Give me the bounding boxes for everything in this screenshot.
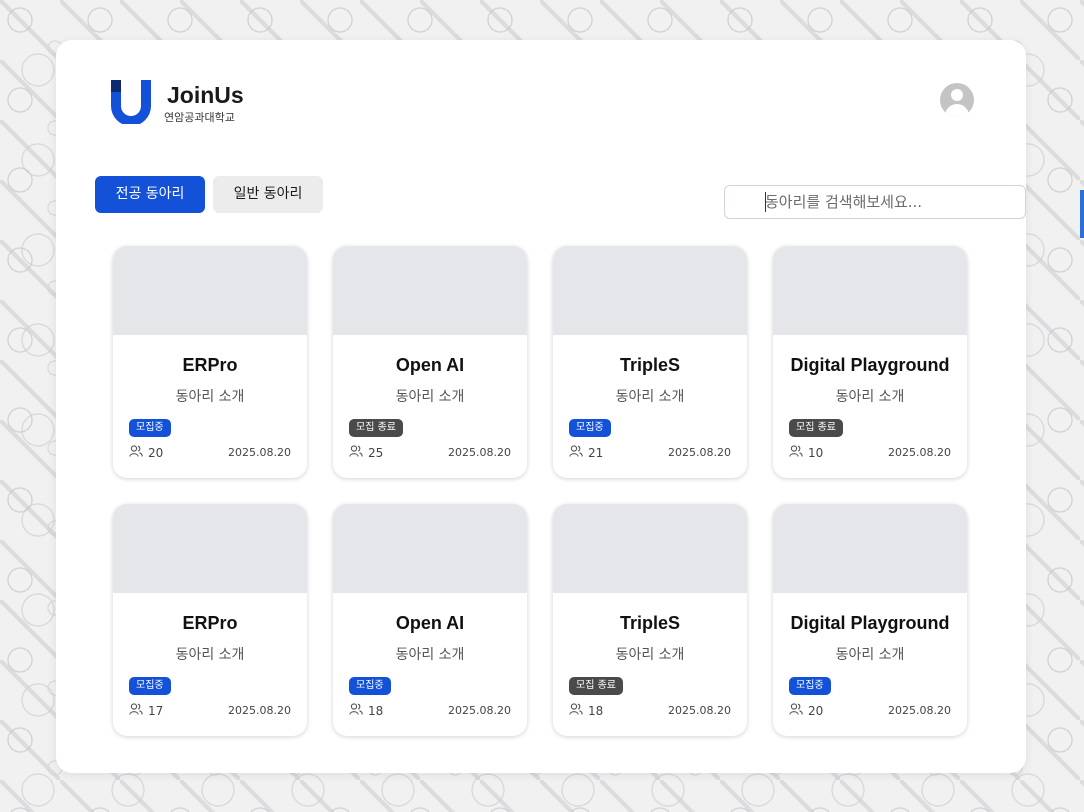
club-description: 동아리 소개	[615, 389, 685, 405]
club-description: 동아리 소개	[175, 647, 245, 663]
club-name: ERPro	[182, 613, 238, 633]
club-description: 동아리 소개	[395, 647, 465, 663]
recruit-status-badge: 모집중	[129, 419, 171, 437]
recruit-status-badge: 모집 종료	[349, 419, 403, 437]
club-date: 2025.08.20	[448, 446, 511, 459]
club-description: 동아리 소개	[395, 389, 465, 405]
club-thumbnail	[553, 504, 747, 593]
club-card[interactable]: Digital Playground 동아리 소개모집 종료 10 2025.08.2…	[773, 246, 967, 478]
club-thumbnail	[113, 504, 307, 593]
club-name: ERPro	[182, 355, 238, 375]
brand-name: JoinUs	[167, 82, 244, 108]
member-count: 21	[569, 445, 603, 460]
member-count: 25	[349, 445, 383, 460]
club-description: 동아리 소개	[835, 389, 905, 405]
club-thumbnail	[553, 246, 747, 335]
club-name: TripleS	[619, 613, 681, 633]
club-date: 2025.08.20	[228, 446, 291, 459]
club-card[interactable]: Digital Playground 동아리 소개 모집중 20 2025.08.20	[773, 504, 967, 736]
recruit-status-badge: 모집중	[789, 677, 831, 695]
club-name: Open AI	[395, 613, 465, 633]
recruit-status-badge: 모집 종료	[569, 677, 623, 695]
club-description: 동아리 소개	[835, 647, 905, 663]
club-card[interactable]: TripleS 동아리 소개 모집중 21 2025.08.20	[553, 246, 747, 478]
member-count-value: 18	[588, 703, 604, 718]
club-date: 2025.08.20	[888, 446, 951, 459]
member-count: 20	[789, 703, 823, 718]
people-icon	[569, 445, 588, 460]
scrollbar-thumb[interactable]	[1080, 190, 1084, 238]
user-avatar-icon[interactable]	[940, 83, 974, 117]
people-icon	[569, 703, 588, 718]
member-count-value: 20	[148, 445, 164, 460]
club-date: 2025.08.20	[668, 704, 731, 717]
joinus-logo-icon	[111, 80, 151, 124]
club-thumbnail	[333, 246, 527, 335]
member-count: 20	[129, 445, 163, 460]
club-card[interactable]: ERPro 동아리 소개 모집중 17 2025.08.20	[113, 504, 307, 736]
text-caret	[765, 192, 766, 212]
club-card[interactable]: TripleS 동아리 소개모집 종료 18 2025.08.20	[553, 504, 747, 736]
member-count-value: 20	[808, 703, 824, 718]
member-count: 10	[789, 445, 823, 460]
people-icon	[129, 445, 148, 460]
member-count-value: 25	[368, 445, 384, 460]
club-date: 2025.08.20	[668, 446, 731, 459]
tab-general-clubs[interactable]: 일반 동아리	[213, 176, 323, 213]
people-icon	[129, 703, 148, 718]
people-icon	[349, 703, 368, 718]
club-card[interactable]: ERPro 동아리 소개 모집중 20 2025.08.20	[113, 246, 307, 478]
club-search-input[interactable]	[724, 185, 1026, 219]
people-icon	[789, 703, 808, 718]
club-description: 동아리 소개	[175, 389, 245, 405]
club-date: 2025.08.20	[888, 704, 951, 717]
people-icon	[349, 445, 368, 460]
club-thumbnail	[113, 246, 307, 335]
member-count-value: 18	[368, 703, 384, 718]
club-date: 2025.08.20	[448, 704, 511, 717]
recruit-status-badge: 모집중	[129, 677, 171, 695]
member-count-value: 17	[148, 703, 164, 718]
club-name: TripleS	[619, 355, 681, 375]
club-card[interactable]: Open AI 동아리 소개 모집중 18 2025.08.20	[333, 504, 527, 736]
recruit-status-badge: 모집 종료	[789, 419, 843, 437]
people-icon	[789, 445, 808, 460]
club-thumbnail	[773, 504, 967, 593]
member-count: 17	[129, 703, 163, 718]
club-name: Digital Playground	[790, 613, 950, 633]
member-count: 18	[349, 703, 383, 718]
club-description: 동아리 소개	[615, 647, 685, 663]
member-count-value: 21	[588, 445, 604, 460]
club-thumbnail	[333, 504, 527, 593]
club-name: Open AI	[395, 355, 465, 375]
recruit-status-badge: 모집중	[569, 419, 611, 437]
recruit-status-badge: 모집중	[349, 677, 391, 695]
member-count: 18	[569, 703, 603, 718]
club-date: 2025.08.20	[228, 704, 291, 717]
tab-major-clubs[interactable]: 전공 동아리	[95, 176, 205, 213]
member-count-value: 10	[808, 445, 824, 460]
club-name: Digital Playground	[790, 355, 950, 375]
brand-subtitle: 연암공과대학교	[164, 111, 235, 124]
club-card[interactable]: Open AI 동아리 소개모집 종료 25 2025.08.20	[333, 246, 527, 478]
club-thumbnail	[773, 246, 967, 335]
